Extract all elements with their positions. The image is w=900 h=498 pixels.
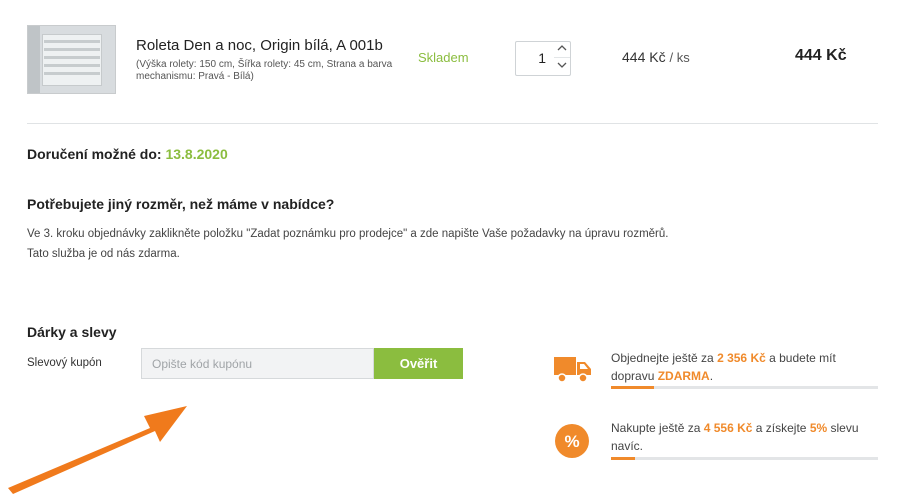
custom-size-title: Potřebujete jiný rozměr, než máme v nabí…: [27, 196, 335, 212]
product-name[interactable]: Roleta Den a noc, Origin bílá, A 001b: [136, 37, 383, 54]
free-shipping-progress-fill: [611, 386, 654, 389]
promo-text-after: .: [709, 369, 714, 383]
promo-text-before: Nakupte ještě za: [611, 421, 701, 435]
promo-text-before: Objednejte ještě za: [611, 351, 714, 365]
total-price: 444 Kč: [795, 47, 847, 64]
annotation-arrow-icon: [8, 406, 187, 494]
unit-price-value: 444 Kč: [622, 49, 666, 65]
delivery-info: Doručení možné do: 13.8.2020: [27, 146, 228, 162]
discount-progress: [611, 457, 878, 460]
delivery-date: 13.8.2020: [165, 146, 228, 162]
promo-highlight: ZDARMA: [657, 369, 710, 383]
promo-text-middle: a získejte: [755, 421, 807, 435]
unit-price-per: / ks: [669, 50, 690, 65]
custom-size-line-1: Ve 3. kroku objednávky zaklikněte položk…: [27, 228, 669, 240]
quantity-value[interactable]: 1: [516, 42, 552, 75]
discount-progress-fill: [611, 457, 636, 460]
verify-coupon-button[interactable]: Ověřit: [374, 348, 463, 379]
unit-price: 444 Kč / ks: [622, 49, 690, 65]
coupon-label: Slevový kupón: [27, 357, 102, 369]
chevron-up-icon[interactable]: [554, 42, 570, 58]
promo-amount: 4 556 Kč: [703, 421, 753, 435]
quantity-stepper[interactable]: 1: [515, 41, 571, 76]
cart-item-row: Roleta Den a noc, Origin bílá, A 001b (V…: [0, 0, 900, 124]
discount-promo-text: Nakupte ještě za 4 556 Kč a získejte 5% …: [611, 419, 881, 455]
promo-highlight: 5%: [809, 421, 828, 435]
divider: [27, 123, 878, 124]
product-params: (Výška rolety: 150 cm, Šířka rolety: 45 …: [136, 59, 393, 82]
stock-status: Skladem: [418, 50, 469, 65]
promo-amount: 2 356 Kč: [717, 351, 766, 365]
chevron-down-icon[interactable]: [554, 59, 570, 75]
gifts-title: Dárky a slevy: [27, 324, 117, 340]
custom-size-line-2: Tato služba je od nás zdarma.: [27, 248, 180, 260]
product-thumbnail[interactable]: [27, 25, 116, 94]
svg-text:%: %: [564, 432, 579, 451]
custom-size-text: Ve 3. kroku objednávky zaklikněte položk…: [27, 224, 668, 264]
free-shipping-progress: [611, 386, 878, 389]
truck-icon: [554, 351, 591, 387]
delivery-label: Doručení možné do:: [27, 146, 162, 162]
coupon-input[interactable]: [141, 348, 374, 379]
percent-icon: %: [554, 423, 590, 459]
free-shipping-promo-text: Objednejte ještě za 2 356 Kč a budete mí…: [611, 349, 881, 385]
